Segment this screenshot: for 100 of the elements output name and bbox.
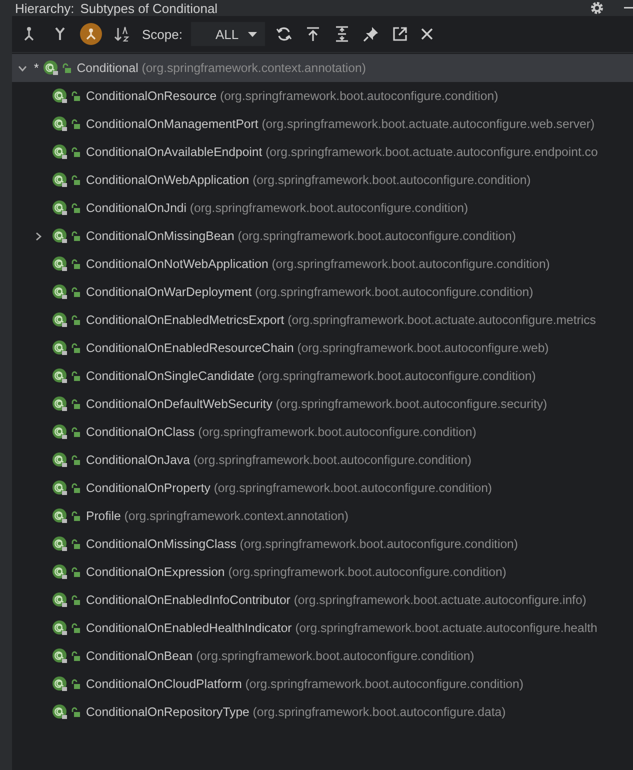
annotation-icon	[52, 368, 68, 384]
chevron-icon[interactable]	[18, 64, 27, 72]
lock-icon	[71, 371, 80, 381]
lock-icon	[71, 147, 80, 157]
tree-row[interactable]: ConditionalOnAvailableEndpoint (org.springframework.boot.actuate.autoconfigure.endpoint.co	[12, 138, 633, 166]
lock-icon	[71, 287, 80, 297]
annotation-icon	[52, 620, 68, 636]
annotation-icon	[52, 200, 68, 216]
chevron-icon[interactable]	[34, 232, 43, 240]
tree-row[interactable]: ConditionalOnMissingBean (org.springframework.boot.autoconfigure.condition)	[12, 222, 633, 250]
tree-row[interactable]: ConditionalOnEnabledHealthIndicator (org.springframework.boot.actuate.autoconfigure.health	[12, 614, 633, 642]
type-name: ConditionalOnNotWebApplication (org.springframework.boot.autoconfigure.condition)	[86, 257, 550, 271]
type-name: ConditionalOnProperty (org.springframework.boot.autoconfigure.condition)	[86, 481, 492, 495]
annotation-icon	[52, 648, 68, 664]
hierarchy-icon	[84, 27, 98, 41]
tree-row[interactable]: ConditionalOnEnabledInfoContributor (org.springframework.boot.actuate.autoconfigure.info)	[12, 586, 633, 614]
hierarchy-button[interactable]	[80, 23, 102, 45]
lock-icon	[71, 259, 80, 269]
lock-icon	[71, 707, 80, 717]
annotation-icon	[52, 396, 68, 412]
lock-icon	[71, 455, 80, 465]
tree-row[interactable]: ConditionalOnSingleCandidate (org.springframework.boot.autoconfigure.condition)	[12, 362, 633, 390]
tree-row[interactable]: ConditionalOnEnabledMetricsExport (org.springframework.boot.actuate.autoconfigure.metrics	[12, 306, 633, 334]
lock-icon	[71, 91, 80, 101]
panel-title: Hierarchy:	[15, 0, 74, 16]
type-name: ConditionalOnSingleCandidate (org.springframework.boot.autoconfigure.condition)	[86, 369, 536, 383]
lock-icon	[71, 483, 80, 493]
tree-row[interactable]: ConditionalOnJndi (org.springframework.boot.autoconfigure.condition)	[12, 194, 633, 222]
type-name: Conditional (org.springframework.context.annotation)	[76, 61, 366, 75]
tree-row[interactable]: ConditionalOnClass (org.springframework.boot.autoconfigure.condition)	[12, 418, 633, 446]
lock-icon	[71, 623, 80, 633]
type-name: ConditionalOnCloudPlatform (org.springframework.boot.autoconfigure.condition)	[86, 677, 524, 691]
annotation-icon	[52, 564, 68, 580]
tree-row[interactable]: ConditionalOnManagementPort (org.springframework.boot.actuate.autoconfigure.web.server)	[12, 110, 633, 138]
export-icon[interactable]	[304, 26, 321, 42]
panel-subtitle: Subtypes of Conditional	[80, 0, 218, 16]
tree-row[interactable]: ConditionalOnEnabledResourceChain (org.springframework.boot.autoconfigure.web)	[12, 334, 633, 362]
close-icon[interactable]	[420, 28, 433, 40]
tree-row[interactable]: ConditionalOnCloudPlatform (org.springframework.boot.autoconfigure.condition)	[12, 670, 633, 698]
tree-row[interactable]: ConditionalOnDefaultWebSecurity (org.springframework.boot.autoconfigure.security)	[12, 390, 633, 418]
type-name: ConditionalOnEnabledMetricsExport (org.springframework.boot.actuate.autoconfigure.metrics	[86, 313, 596, 327]
hierarchy-icon	[22, 26, 36, 42]
lock-icon	[71, 175, 80, 185]
type-name: ConditionalOnWarDeployment (org.springframework.boot.autoconfigure.condition)	[86, 285, 534, 299]
type-name: ConditionalOnRepositoryType (org.springframework.boot.autoconfigure.data)	[86, 705, 506, 719]
annotation-icon	[52, 172, 68, 188]
refresh-icon[interactable]	[276, 26, 292, 42]
tree-row[interactable]: ConditionalOnWarDeployment (org.springframework.boot.autoconfigure.condition)	[12, 278, 633, 306]
type-name: ConditionalOnEnabledInfoContributor (org.springframework.boot.actuate.autoconfigure.info)	[86, 593, 586, 607]
sort-icon	[114, 26, 130, 42]
annotation-icon	[52, 340, 68, 356]
tree-row[interactable]: ConditionalOnProperty (org.springframework.boot.autoconfigure.condition)	[12, 474, 633, 502]
type-name: ConditionalOnManagementPort (org.springframework.boot.actuate.autoconfigure.web.server)	[86, 117, 595, 131]
tree-row[interactable]: ConditionalOnResource (org.springframework.boot.autoconfigure.condition)	[12, 82, 633, 110]
type-name: ConditionalOnAvailableEndpoint (org.springframework.boot.actuate.autoconfigure.endpoint.co	[86, 145, 598, 159]
scope-dropdown[interactable]: ALL	[191, 22, 265, 46]
type-name: ConditionalOnEnabledHealthIndicator (org.springframework.boot.actuate.autoconfigure.health	[86, 621, 598, 635]
open-external-icon[interactable]	[392, 26, 408, 42]
tree-row[interactable]: ConditionalOnNotWebApplication (org.springframework.boot.autoconfigure.condition)	[12, 250, 633, 278]
annotation-icon	[52, 88, 68, 104]
tree-row[interactable]: ConditionalOnBean (org.springframework.boot.autoconfigure.condition)	[12, 642, 633, 670]
tree-row[interactable]: ConditionalOnWebApplication (org.springframework.boot.autoconfigure.condition)	[12, 166, 633, 194]
tree-row[interactable]: Profile (org.springframework.context.annotation)	[12, 502, 633, 530]
expand-all-icon[interactable]	[334, 26, 350, 42]
annotation-icon	[42, 60, 59, 76]
lock-icon	[71, 427, 80, 437]
type-name: ConditionalOnJndi (org.springframework.boot.autoconfigure.condition)	[86, 201, 468, 215]
tree-row[interactable]: * Conditional (org.springframework.context.annotation)	[12, 54, 633, 82]
type-name: ConditionalOnJava (org.springframework.boot.autoconfigure.condition)	[86, 453, 472, 467]
fork-icon	[53, 26, 67, 42]
annotation-icon	[52, 536, 68, 552]
lock-icon	[71, 511, 80, 521]
annotation-icon	[52, 228, 68, 244]
type-name: ConditionalOnWebApplication (org.springframework.boot.autoconfigure.condition)	[86, 173, 531, 187]
annotation-icon	[52, 284, 68, 300]
annotation-icon	[52, 256, 68, 272]
tree-row[interactable]: ConditionalOnExpression (org.springframework.boot.autoconfigure.condition)	[12, 558, 633, 586]
annotation-icon	[52, 116, 68, 132]
type-name: ConditionalOnClass (org.springframework.boot.autoconfigure.condition)	[86, 425, 476, 439]
lock-icon	[71, 567, 80, 577]
lock-icon	[71, 203, 80, 213]
lock-icon	[71, 399, 80, 409]
type-name: ConditionalOnEnabledResourceChain (org.springframework.boot.autoconfigure.web)	[86, 341, 549, 355]
marker: *	[34, 61, 39, 75]
caret-icon	[248, 32, 257, 36]
type-name: ConditionalOnResource (org.springframework.boot.autoconfigure.condition)	[86, 89, 498, 103]
type-name: ConditionalOnBean (org.springframework.boot.autoconfigure.condition)	[86, 649, 474, 663]
lock-icon	[71, 651, 80, 661]
settings-icon[interactable]	[590, 1, 604, 15]
annotation-icon	[52, 592, 68, 608]
type-name: ConditionalOnMissingClass (org.springframework.boot.autoconfigure.condition)	[86, 537, 518, 551]
annotation-icon	[52, 452, 68, 468]
tree-row[interactable]: ConditionalOnRepositoryType (org.springframework.boot.autoconfigure.data)	[12, 698, 633, 726]
tree-row[interactable]: ConditionalOnJava (org.springframework.boot.autoconfigure.condition)	[12, 446, 633, 474]
tree-row[interactable]: ConditionalOnMissingClass (org.springframework.boot.autoconfigure.condition)	[12, 530, 633, 558]
pin-icon[interactable]	[362, 26, 379, 42]
lock-icon	[71, 539, 80, 549]
annotation-icon	[52, 676, 68, 692]
lock-icon	[71, 231, 80, 241]
type-name: ConditionalOnExpression (org.springframework.boot.autoconfigure.condition)	[86, 565, 506, 579]
